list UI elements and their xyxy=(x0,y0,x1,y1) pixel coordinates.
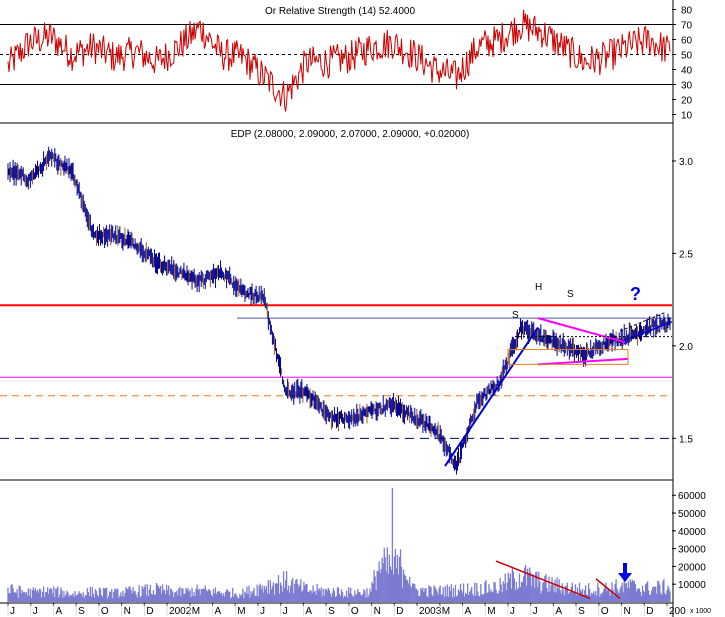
volume-unit-label: x 1000 xyxy=(690,608,711,615)
time-axis-label: J xyxy=(283,606,288,617)
volume-tick-label: 30000 xyxy=(678,545,706,556)
time-axis-label: A xyxy=(55,606,62,617)
time-axis-label: 2002 xyxy=(169,606,192,617)
time-axis-label: 2003 xyxy=(419,606,442,617)
time-axis-label: D xyxy=(646,606,653,617)
time-axis-label: J xyxy=(33,606,38,617)
chart-canvas: Or Relative Strength (14) 52.4000 EDP (2… xyxy=(0,0,711,617)
rsi-tick-label: 80 xyxy=(681,6,693,17)
price-tick-label: 2.0 xyxy=(679,342,693,353)
time-axis-label: S xyxy=(578,606,585,617)
time-axis-label: N xyxy=(374,606,381,617)
volume-tick-label: 40000 xyxy=(678,527,706,538)
volume-tick-label: 10000 xyxy=(678,580,706,591)
time-axis-label: N xyxy=(124,606,131,617)
time-axis-label: S xyxy=(78,606,85,617)
time-axis-label: 200 xyxy=(669,606,686,617)
volume-tick-label: 20000 xyxy=(678,562,706,573)
rsi-title: Or Relative Strength (14) 52.4000 xyxy=(265,6,416,17)
time-axis-label: M xyxy=(237,606,245,617)
time-axis-label: J xyxy=(533,606,538,617)
question-mark-annotation: ? xyxy=(630,284,641,304)
rsi-tick-label: 50 xyxy=(681,51,693,62)
price-tick-label: 1.5 xyxy=(679,434,693,445)
time-axis-label: A xyxy=(215,606,222,617)
rsi-tick-label: 30 xyxy=(681,81,693,92)
time-axis-label: O xyxy=(101,606,109,617)
rsi-tick-label: 40 xyxy=(681,66,693,77)
time-axis-label: A xyxy=(305,606,312,617)
pattern-label-head: H xyxy=(535,282,542,293)
rsi-tick-label: 20 xyxy=(681,96,693,107)
time-axis-label: O xyxy=(351,606,359,617)
time-axis-label: M xyxy=(442,606,450,617)
time-axis-label: J xyxy=(10,606,15,617)
time-axis-label: O xyxy=(601,606,609,617)
rsi-tick-label: 10 xyxy=(681,111,693,122)
time-axis-label: M xyxy=(487,606,495,617)
time-axis-label: J xyxy=(510,606,515,617)
time-axis-label: D xyxy=(146,606,153,617)
volume-tick-label: 60000 xyxy=(678,491,706,502)
time-axis-label: J xyxy=(260,606,265,617)
volume-tick-label: 50000 xyxy=(678,509,706,520)
time-axis-label: M xyxy=(192,606,200,617)
time-axis-label: A xyxy=(555,606,562,617)
price-tick-label: 3.0 xyxy=(679,157,693,168)
stock-chart: Or Relative Strength (14) 52.4000 EDP (2… xyxy=(0,0,725,617)
price-tick-label: 2.5 xyxy=(679,249,693,260)
pattern-label-left-shoulder: S xyxy=(512,310,519,321)
time-axis-label: A xyxy=(464,606,471,617)
time-axis-label: N xyxy=(624,606,631,617)
pattern-label-right-shoulder: S xyxy=(567,289,574,300)
rsi-tick-label: 60 xyxy=(681,36,693,47)
time-axis-label: S xyxy=(328,606,335,617)
time-axis-label: D xyxy=(396,606,403,617)
price-title: EDP (2.08000, 2.09000, 2.07000, 2.09000,… xyxy=(231,129,470,140)
rsi-tick-label: 70 xyxy=(681,21,693,32)
